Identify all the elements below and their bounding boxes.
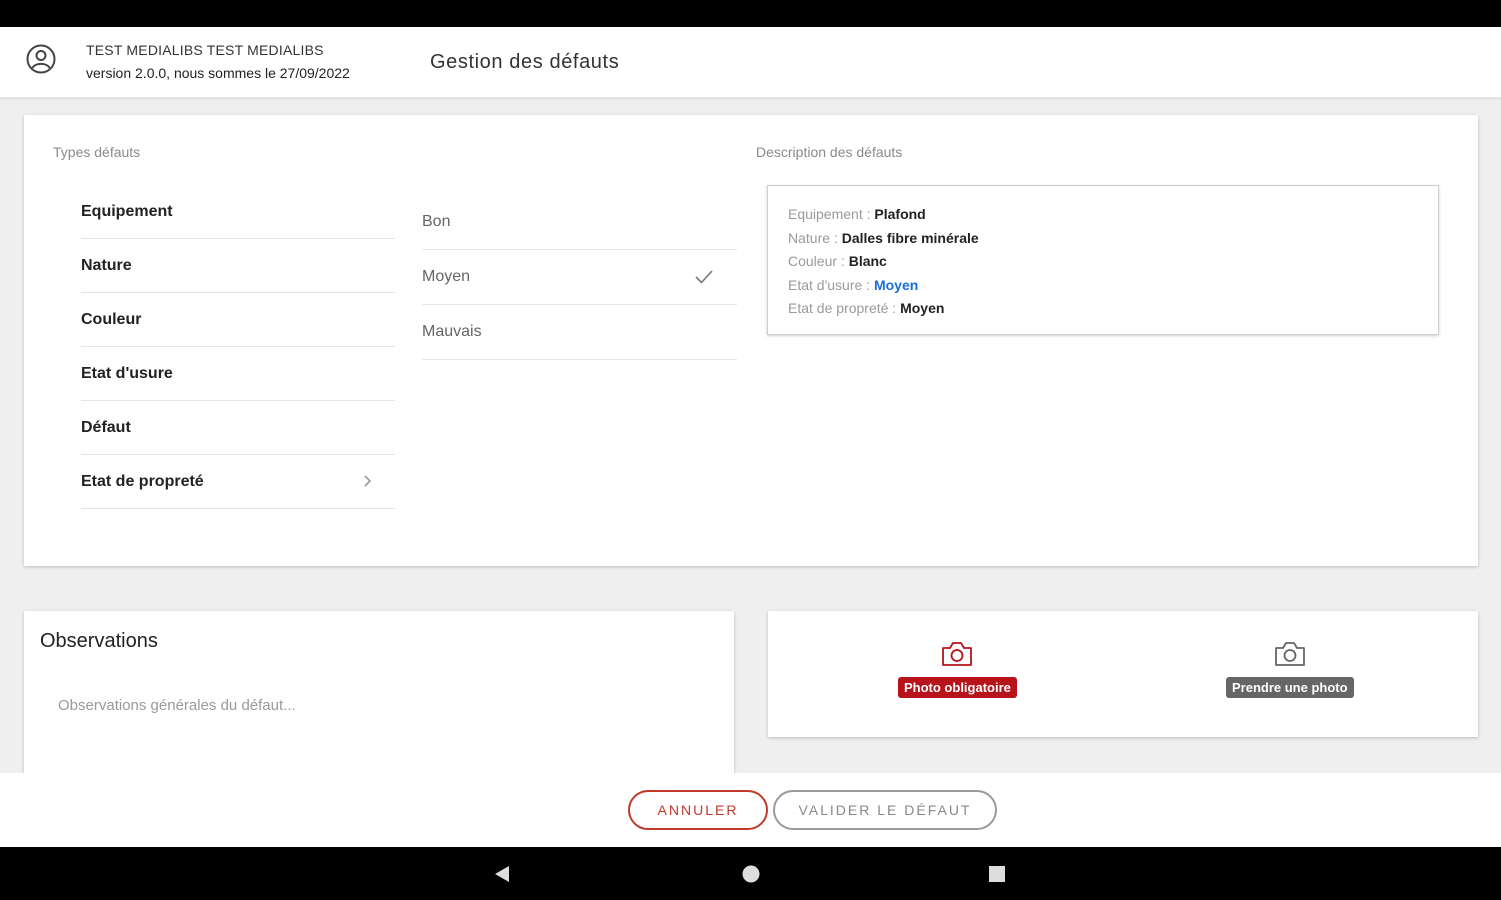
category-label: Etat d'usure [81, 364, 173, 382]
category-label: Etat de propreté [81, 472, 204, 490]
description-key: Equipement : [788, 206, 875, 222]
category-list: Equipement Nature Couleur Etat d'usure D… [81, 185, 395, 509]
description-key: Etat d'usure : [788, 276, 874, 293]
status-bar [0, 0, 1501, 27]
required-photo-badge: Photo obligatoire [898, 677, 1017, 698]
category-item-equipement[interactable]: Equipement [81, 185, 395, 239]
user-name: TEST MEDIALIBS TEST MEDIALIBS [86, 42, 324, 58]
description-row-etat-proprete: Etat de propreté : Moyen [788, 297, 1418, 321]
description-row-nature: Nature : Dalles fibre minérale [788, 227, 1418, 251]
description-row-couleur: Couleur : Blanc [788, 250, 1418, 274]
page-title: Gestion des défauts [430, 51, 620, 73]
required-photo-button[interactable]: Photo obligatoire [898, 639, 1017, 698]
description-key: Couleur : [788, 253, 849, 270]
take-photo-button[interactable]: Prendre une photo [1226, 639, 1354, 698]
option-item-mauvais[interactable]: Mauvais [422, 305, 737, 360]
category-label: Défaut [81, 418, 131, 436]
description-value-current: Moyen [873, 276, 919, 293]
category-item-etat-proprete[interactable]: Etat de propreté [81, 455, 395, 509]
description-label: Description des défauts [756, 144, 903, 160]
chevron-right-icon [364, 475, 372, 487]
app-header: TEST MEDIALIBS TEST MEDIALIBS version 2.… [0, 27, 1501, 100]
category-label: Nature [81, 256, 132, 274]
validate-defect-button[interactable]: VALIDER LE DÉFAUT [773, 790, 997, 830]
option-list: Bon Moyen Mauvais [422, 195, 737, 360]
description-key: Nature : [788, 229, 842, 246]
nav-back-icon[interactable] [492, 864, 512, 884]
nav-home-icon[interactable] [741, 864, 761, 884]
category-label: Couleur [81, 310, 142, 328]
camera-icon [1274, 642, 1305, 666]
option-label: Mauvais [422, 323, 482, 340]
version-info: version 2.0.0, nous sommes le 27/09/2022 [86, 65, 350, 81]
option-label: Moyen [422, 268, 471, 285]
description-box: Equipement : Plafond Nature : Dalles fib… [767, 185, 1439, 335]
description-row-etat-usure: Etat d'usure : Moyen [788, 274, 1418, 298]
category-item-nature[interactable]: Nature [81, 239, 395, 293]
nav-recents-icon[interactable] [987, 864, 1007, 884]
observations-title: Observations [40, 630, 158, 652]
action-bar: ANNULER VALIDER LE DÉFAUT [0, 773, 1501, 847]
photo-card: Photo obligatoire Prendre une photo [768, 611, 1478, 737]
category-item-couleur[interactable]: Couleur [81, 293, 395, 347]
option-label: Bon [422, 213, 451, 230]
option-item-bon[interactable]: Bon [422, 195, 737, 250]
defect-types-card: Types défauts Equipement Nature Couleur … [24, 115, 1478, 566]
cancel-button[interactable]: ANNULER [628, 790, 768, 830]
description-value: Dalles fibre minérale [841, 229, 979, 246]
camera-icon [942, 642, 973, 666]
description-value: Plafond [874, 206, 926, 222]
category-item-etat-usure[interactable]: Etat d'usure [81, 347, 395, 401]
description-key: Etat de propreté : [788, 300, 901, 317]
option-item-moyen[interactable]: Moyen [422, 250, 737, 305]
account-circle-icon[interactable] [25, 43, 57, 75]
category-item-defaut[interactable]: Défaut [81, 401, 395, 455]
observations-card: Observations [24, 611, 734, 781]
types-label: Types défauts [53, 144, 141, 160]
description-row-equipement: Equipement : Plafond [788, 203, 1418, 227]
category-label: Equipement [81, 202, 173, 220]
check-icon [695, 270, 713, 284]
description-value: Blanc [848, 253, 887, 270]
observations-input[interactable] [58, 697, 698, 714]
description-value: Moyen [900, 300, 945, 317]
system-nav-bar [0, 847, 1501, 900]
take-photo-badge: Prendre une photo [1226, 677, 1354, 698]
